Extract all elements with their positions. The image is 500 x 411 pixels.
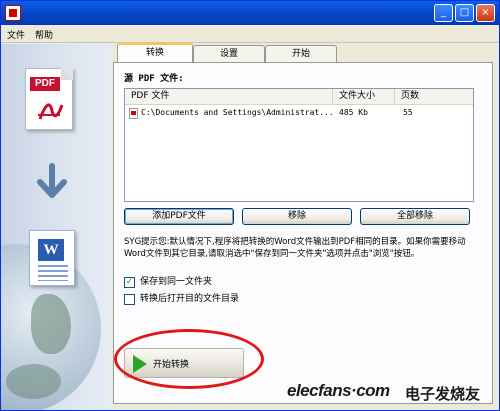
add-pdf-button[interactable]: 添加PDF文件	[124, 208, 234, 225]
menu-file[interactable]: 文件	[7, 28, 25, 41]
open-target-folder-label: 转换后打开目的文件目录	[140, 294, 240, 304]
file-size: 485 Kb	[339, 108, 368, 117]
page-count: 55	[403, 108, 413, 117]
maximize-button[interactable]: □	[455, 4, 474, 22]
watermark-cn: 电子发烧友	[405, 385, 481, 403]
pdf-file-icon	[129, 108, 138, 119]
column-header-pages[interactable]: 页数	[395, 89, 473, 105]
title-bar[interactable]: _ □ ×	[1, 1, 499, 25]
list-header: PDF 文件 文件大小 页数	[125, 89, 473, 105]
pdf-file-list[interactable]: PDF 文件 文件大小 页数 C:\Documents and Settings…	[124, 88, 474, 202]
watermark: elecfans·com 电子发烧友	[287, 381, 499, 403]
watermark-brand: elecfans·com	[287, 381, 390, 400]
tab-convert[interactable]: 转换	[117, 43, 193, 64]
column-header-pdf-file[interactable]: PDF 文件	[125, 89, 333, 105]
checkbox-checked-icon[interactable]: ✓	[124, 277, 135, 288]
hint-text: SYG提示您:默认情况下,程序将把转换的Word文件输出到PDF相同的目录。如果…	[124, 237, 466, 259]
open-target-folder-option[interactable]: 转换后打开目的文件目录	[124, 293, 324, 307]
remove-button[interactable]: 移除	[242, 208, 352, 225]
left-illustration-panel: PDF W	[1, 44, 111, 410]
app-icon[interactable]	[5, 5, 21, 21]
tab-settings[interactable]: 设置	[193, 45, 265, 63]
save-same-folder-label: 保存到同一文件夹	[140, 277, 213, 287]
file-path: C:\Documents and Settings\Administrat...	[141, 108, 334, 117]
menu-help[interactable]: 帮助	[35, 28, 53, 41]
tab-start[interactable]: 开始	[265, 45, 337, 63]
column-header-file-size[interactable]: 文件大小	[333, 89, 395, 105]
app-window: _ □ × 文件 帮助 PDF W 转换 设置 开始 源 PDF 文件: PDF…	[0, 0, 500, 411]
word-document-icon: W	[29, 230, 75, 286]
close-button[interactable]: ×	[476, 4, 495, 22]
list-item[interactable]: C:\Documents and Settings\Administrat...…	[125, 106, 473, 120]
source-pdf-label: 源 PDF 文件:	[124, 74, 184, 84]
minimize-button[interactable]: _	[434, 4, 453, 22]
remove-all-button[interactable]: 全部移除	[360, 208, 470, 225]
menu-bar: 文件 帮助	[1, 25, 499, 43]
globe-land	[6, 364, 61, 399]
highlight-circle	[114, 329, 264, 389]
save-same-folder-option[interactable]: ✓ 保存到同一文件夹	[124, 276, 324, 290]
pdf-document-icon: PDF	[25, 68, 73, 130]
checkbox-icon[interactable]	[124, 294, 135, 305]
arrow-down-icon	[37, 163, 67, 198]
